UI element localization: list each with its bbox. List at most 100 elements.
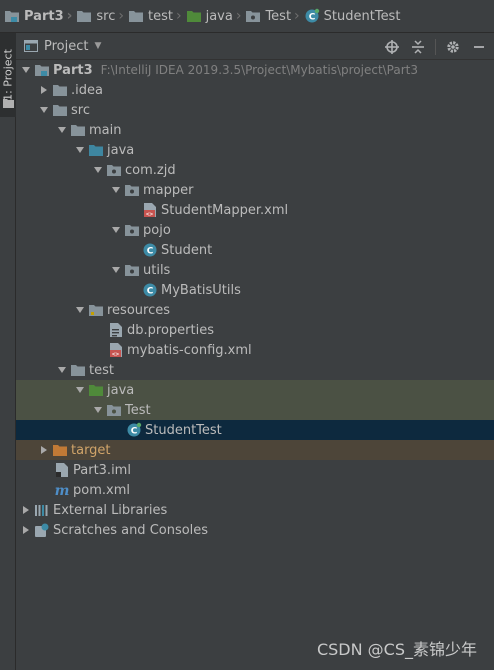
- breadcrumb: Part3 › src › test › java › Test › C Stu…: [0, 0, 494, 33]
- tree-node-test-package[interactable]: Test: [16, 400, 494, 420]
- package-icon: [106, 162, 122, 178]
- expanded-arrow-icon[interactable]: [72, 380, 88, 400]
- folder-icon: [70, 362, 86, 378]
- maven-icon: m: [54, 482, 70, 498]
- breadcrumb-item-java[interactable]: java ›: [186, 8, 246, 24]
- tree-node-studentmapper-xml[interactable]: <> StudentMapper.xml: [16, 200, 494, 220]
- tree-node-mybatis-config-xml[interactable]: <> mybatis-config.xml: [16, 340, 494, 360]
- tree-node-utils[interactable]: utils: [16, 260, 494, 280]
- iml-file-icon: [54, 462, 70, 478]
- hide-button[interactable]: [468, 36, 490, 58]
- excluded-folder-icon: [52, 442, 68, 458]
- test-class-icon: C: [304, 8, 320, 24]
- source-folder-icon: [88, 142, 104, 158]
- folder-icon: [52, 102, 68, 118]
- tree-node-scratches[interactable]: Scratches and Consoles: [16, 520, 494, 540]
- properties-file-icon: [108, 322, 124, 338]
- project-icon: [24, 40, 38, 52]
- breadcrumb-item-test[interactable]: test ›: [128, 8, 186, 24]
- tree-node-student[interactable]: C Student: [16, 240, 494, 260]
- header-divider: [435, 38, 436, 55]
- project-tool-tab[interactable]: 1: Project: [0, 33, 16, 117]
- test-folder-icon: [186, 9, 202, 23]
- gear-icon: [446, 40, 460, 54]
- collapsed-arrow-icon[interactable]: [36, 440, 52, 460]
- collapse-all-icon: [411, 39, 425, 54]
- tree-node-pojo[interactable]: pojo: [16, 220, 494, 240]
- svg-text:C: C: [308, 13, 315, 23]
- tree-node-studenttest[interactable]: C StudentTest: [16, 420, 494, 440]
- tree-node-part3-iml[interactable]: Part3.iml: [16, 460, 494, 480]
- tree-node-pom-xml[interactable]: m pom.xml: [16, 480, 494, 500]
- breadcrumb-item-src[interactable]: src ›: [76, 8, 128, 24]
- tree-node-main-java[interactable]: java: [16, 140, 494, 160]
- expanded-arrow-icon[interactable]: [72, 300, 88, 320]
- expanded-arrow-icon[interactable]: [90, 160, 106, 180]
- expanded-arrow-icon[interactable]: [18, 60, 34, 80]
- tree-node-external-libraries[interactable]: External Libraries: [16, 500, 494, 520]
- package-icon: [106, 402, 122, 418]
- resources-folder-icon: [88, 302, 104, 318]
- chevron-right-icon: ›: [235, 8, 242, 24]
- collapsed-arrow-icon[interactable]: [18, 500, 34, 520]
- header-actions: [381, 33, 494, 60]
- project-view-selector[interactable]: Project ▼: [24, 39, 101, 54]
- svg-text:C: C: [131, 427, 138, 437]
- locate-icon: [385, 39, 399, 54]
- tree-node-test-java[interactable]: java: [16, 380, 494, 400]
- tree-node-com-zjd[interactable]: com.zjd: [16, 160, 494, 180]
- expanded-arrow-icon[interactable]: [90, 400, 106, 420]
- project-toolwindow-header: Project ▼: [16, 33, 494, 60]
- project-tool-tab-label: 1: Project: [1, 49, 15, 101]
- tree-node-mybatisutils[interactable]: C MyBatisUtils: [16, 280, 494, 300]
- breadcrumb-item-part3[interactable]: Part3 ›: [4, 8, 76, 24]
- chevron-right-icon: ›: [118, 8, 124, 24]
- tree-node-resources[interactable]: resources: [16, 300, 494, 320]
- tree-node-main[interactable]: main: [16, 120, 494, 140]
- tree-node-mapper[interactable]: mapper: [16, 180, 494, 200]
- folder-icon: [70, 122, 86, 138]
- expanded-arrow-icon[interactable]: [36, 100, 52, 120]
- test-class-icon: C: [126, 422, 142, 438]
- locate-button[interactable]: [381, 36, 403, 58]
- settings-button[interactable]: [442, 36, 464, 58]
- expanded-arrow-icon[interactable]: [108, 180, 124, 200]
- package-icon: [245, 9, 261, 23]
- package-icon: [124, 182, 140, 198]
- expanded-arrow-icon[interactable]: [108, 260, 124, 280]
- svg-text:m: m: [55, 483, 70, 497]
- expanded-arrow-icon[interactable]: [54, 120, 70, 140]
- dropdown-arrow-icon: ▼: [94, 41, 102, 51]
- tool-window-stripe: 1: Project: [0, 33, 16, 670]
- folder-icon: [128, 9, 144, 23]
- xml-file-icon: <>: [142, 202, 158, 218]
- folder-icon: [76, 9, 92, 23]
- folder-icon: [52, 82, 68, 98]
- collapsed-arrow-icon[interactable]: [36, 80, 52, 100]
- expanded-arrow-icon[interactable]: [108, 220, 124, 240]
- tree-node-db-properties[interactable]: db.properties: [16, 320, 494, 340]
- expanded-arrow-icon[interactable]: [54, 360, 70, 380]
- expanded-arrow-icon[interactable]: [72, 140, 88, 160]
- tree-node-part3[interactable]: Part3 F:\IntelliJ IDEA 2019.3.5\Project\…: [16, 60, 494, 80]
- package-icon: [124, 262, 140, 278]
- project-tree[interactable]: Part3 F:\IntelliJ IDEA 2019.3.5\Project\…: [16, 60, 494, 670]
- tree-node-idea[interactable]: .idea: [16, 80, 494, 100]
- tree-node-target[interactable]: target: [16, 440, 494, 460]
- svg-text:C: C: [147, 247, 154, 257]
- svg-text:<>: <>: [112, 351, 120, 358]
- breadcrumb-item-studenttest[interactable]: C StudentTest: [304, 8, 400, 24]
- collapse-all-button[interactable]: [407, 36, 429, 58]
- tree-node-src[interactable]: src: [16, 100, 494, 120]
- xml-file-icon: <>: [108, 342, 124, 358]
- chevron-right-icon: ›: [294, 8, 300, 24]
- package-icon: [124, 222, 140, 238]
- scratches-icon: [34, 522, 50, 538]
- svg-text:C: C: [147, 287, 154, 297]
- tree-node-test[interactable]: test: [16, 360, 494, 380]
- breadcrumb-item-test-package[interactable]: Test ›: [245, 8, 303, 24]
- module-folder-icon: [4, 9, 20, 23]
- class-icon: C: [142, 282, 158, 298]
- collapsed-arrow-icon[interactable]: [18, 520, 34, 540]
- module-path: F:\IntelliJ IDEA 2019.3.5\Project\Mybati…: [100, 63, 419, 77]
